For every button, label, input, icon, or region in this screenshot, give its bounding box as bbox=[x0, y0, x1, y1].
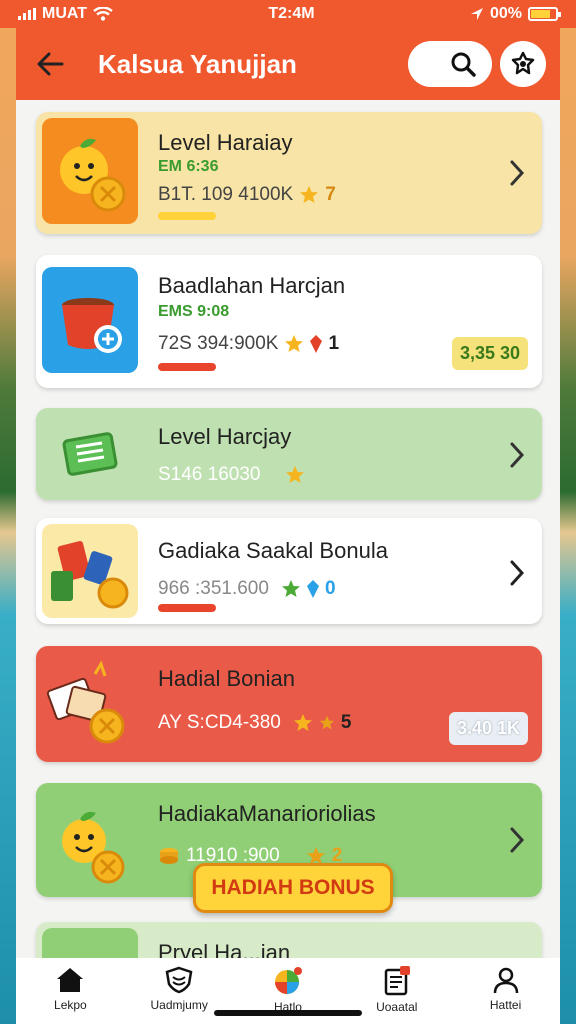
card-meta-value: S146 16030 bbox=[158, 464, 261, 485]
gem-icon bbox=[306, 580, 319, 598]
nav-item-tasks[interactable]: Uoaatal bbox=[347, 966, 447, 1014]
card-title: Level Haraiay bbox=[158, 130, 293, 155]
card-title: Level Harcjay bbox=[158, 424, 292, 449]
search-button[interactable] bbox=[408, 41, 492, 87]
card-title: HadiakaManarioriolias bbox=[158, 801, 376, 826]
list-item[interactable]: Baadlahan Harcjan EMS 9:08 72S 394:900K … bbox=[36, 255, 542, 388]
card-subtitle: EMS 9:08 bbox=[158, 303, 230, 320]
list-item[interactable]: Hadial Bonian AY S:CD4-380 5 3.40 1K bbox=[36, 646, 542, 762]
card-meta: B1T. 109 4100K 7 bbox=[158, 184, 336, 206]
card-subtitle: EM 6:36 bbox=[158, 158, 219, 175]
nav-label: Uadmjumy bbox=[150, 998, 208, 1012]
carrier-name: MUAT bbox=[42, 5, 88, 22]
beach-background-left bbox=[0, 0, 16, 1024]
card-meta-value: 72S 394:900K bbox=[158, 333, 279, 354]
home-icon bbox=[57, 968, 84, 992]
star-icon bbox=[285, 466, 304, 483]
battery-percent: 00% bbox=[489, 5, 522, 22]
basket-icon bbox=[42, 267, 138, 373]
clock: T2:4M bbox=[268, 5, 315, 22]
status-bar: MUAT T2:4M 00% bbox=[0, 0, 576, 28]
gem-icon bbox=[310, 335, 323, 353]
wheel-icon bbox=[274, 967, 302, 994]
card-meta: AY S:CD4-380 5 bbox=[158, 712, 351, 734]
nav-label: Uoaatal bbox=[376, 1000, 418, 1014]
points-badge: 3,35 30 bbox=[451, 337, 528, 370]
wifi-icon bbox=[93, 7, 113, 21]
home-indicator[interactable] bbox=[214, 1010, 362, 1016]
progress-bar bbox=[158, 363, 216, 371]
shield-heart-icon bbox=[165, 966, 193, 994]
orange-mascot-icon bbox=[42, 789, 138, 895]
app-header: Kalsua Yanujjan bbox=[16, 28, 560, 100]
chevron-right-icon bbox=[510, 560, 525, 586]
nav-item-home[interactable]: Lekpo bbox=[20, 966, 120, 1012]
star-icon bbox=[319, 715, 335, 730]
coin-icon bbox=[160, 848, 178, 864]
search-icon bbox=[451, 52, 476, 77]
card-meta-extra: 7 bbox=[325, 184, 336, 205]
chevron-right-icon bbox=[510, 442, 525, 468]
star-icon bbox=[281, 580, 300, 597]
card-title: Pryel Ha...jan bbox=[158, 940, 291, 958]
back-arrow-icon bbox=[37, 52, 64, 76]
nav-label: Hattei bbox=[489, 998, 522, 1012]
list-item[interactable]: Level Harcjay S146 16030 bbox=[36, 408, 542, 500]
nav-item-rewards[interactable]: Uadmjumy bbox=[129, 966, 229, 1012]
card-title: Baadlahan Harcjan bbox=[158, 273, 346, 298]
nav-label: Lekpo bbox=[54, 998, 87, 1012]
beach-background-right bbox=[560, 0, 576, 1024]
location-icon bbox=[470, 8, 483, 20]
card-title: Gadiaka Saakal Bonula bbox=[158, 538, 388, 563]
reward-list: Level Haraiay EM 6:36 B1T. 109 4100K 7 B… bbox=[16, 100, 560, 958]
card-meta-value: 966 :351.600 bbox=[158, 578, 269, 599]
card-meta: S146 16030 bbox=[158, 464, 305, 486]
nav-item-profile[interactable]: Hattei bbox=[456, 966, 556, 1012]
card-title: Hadial Bonian bbox=[158, 666, 295, 691]
settings-button[interactable] bbox=[500, 41, 546, 87]
points-badge: 3.40 1K bbox=[448, 712, 528, 745]
clipboard-icon bbox=[384, 966, 410, 996]
chevron-right-icon bbox=[510, 160, 525, 186]
bonus-banner-button[interactable]: HADIAH BONUS bbox=[193, 863, 393, 913]
star-icon bbox=[285, 335, 304, 352]
signal-icon bbox=[18, 8, 36, 20]
progress-bar bbox=[158, 212, 216, 220]
mascot-icon bbox=[42, 928, 138, 958]
list-item[interactable]: Level Haraiay EM 6:36 B1T. 109 4100K 7 bbox=[36, 112, 542, 234]
battery-icon bbox=[527, 7, 561, 21]
card-meta: 72S 394:900K 1 bbox=[158, 333, 339, 355]
star-icon bbox=[300, 186, 319, 203]
cards-coin-icon bbox=[42, 652, 138, 758]
card-meta-value: AY S:CD4-380 bbox=[158, 712, 281, 733]
chevron-right-icon bbox=[510, 827, 525, 853]
list-item[interactable]: Pryel Ha...jan bbox=[36, 922, 542, 958]
card-meta-extra: 1 bbox=[328, 333, 340, 354]
ticket-icon bbox=[42, 414, 138, 494]
progress-bar bbox=[158, 604, 216, 612]
page-title: Kalsua Yanujjan bbox=[98, 48, 297, 79]
star-icon bbox=[293, 714, 312, 731]
card-meta-extra: 5 bbox=[340, 712, 352, 733]
nav-item-spin[interactable]: Hatlo bbox=[238, 966, 338, 1014]
gear-icon bbox=[511, 51, 535, 75]
card-meta-extra: 0 bbox=[324, 578, 336, 599]
orange-mascot-icon bbox=[42, 118, 138, 224]
cans-icon bbox=[42, 524, 138, 618]
list-item[interactable]: Gadiaka Saakal Bonula 966 :351.600 0 bbox=[36, 518, 542, 624]
back-button[interactable] bbox=[30, 44, 70, 84]
card-meta-value: B1T. 109 4100K bbox=[158, 184, 294, 205]
card-meta: 966 :351.600 0 bbox=[158, 578, 336, 600]
user-icon bbox=[493, 967, 518, 994]
